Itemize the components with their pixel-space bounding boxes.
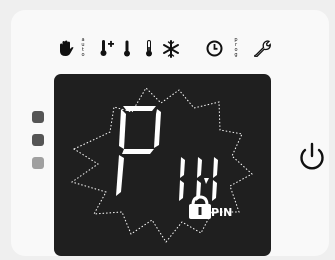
program-icon[interactable]: p r o g <box>233 38 239 58</box>
lcd-graphics <box>70 87 253 243</box>
padlock-icon <box>189 195 211 219</box>
clock-icon[interactable] <box>206 40 223 57</box>
status-led-1 <box>32 111 44 123</box>
wrench-settings-icon[interactable] <box>253 39 271 57</box>
status-led-3 <box>32 157 44 169</box>
eco-thermometer-icon[interactable] <box>123 40 131 57</box>
lcd-display: PIN <box>54 74 271 256</box>
power-icon <box>300 142 324 170</box>
manual-hand-icon[interactable] <box>58 40 74 57</box>
small-text-in <box>179 157 218 201</box>
pin-label: PIN <box>211 206 233 219</box>
digit-p <box>116 106 161 196</box>
auto-mode-icon[interactable]: a u t o <box>80 38 86 58</box>
comfort-plus-thermometer-icon[interactable] <box>100 39 116 57</box>
frost-snowflake-icon[interactable] <box>162 40 180 58</box>
status-led-2 <box>32 134 44 146</box>
power-button[interactable] <box>294 139 330 175</box>
low-thermometer-icon[interactable] <box>145 40 153 57</box>
